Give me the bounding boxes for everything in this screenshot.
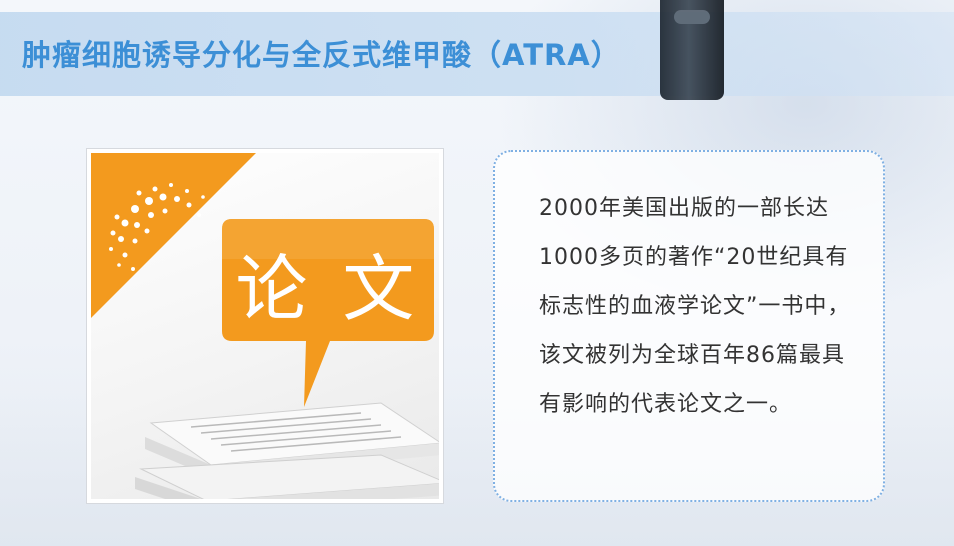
slide-title: 肿瘤细胞诱导分化与全反式维甲酸（ATRA） xyxy=(22,38,621,72)
paper-image-card: 论 文 xyxy=(86,148,444,504)
microscope-decoration xyxy=(660,0,724,100)
description-box: 2000年美国出版的一部长达1000多页的著作“20世纪具有标志性的血液学论文”… xyxy=(493,150,885,502)
description-text: 2000年美国出版的一部长达1000多页的著作“20世纪具有标志性的血液学论文”… xyxy=(539,196,851,417)
paper-illustration: 论 文 xyxy=(91,153,439,499)
paper-label: 论 文 xyxy=(235,247,421,331)
slide: 肿瘤细胞诱导分化与全反式维甲酸（ATRA） 论 文 2000年美国出版的一部长达… xyxy=(0,0,954,546)
paper-stack-icon xyxy=(135,402,439,499)
